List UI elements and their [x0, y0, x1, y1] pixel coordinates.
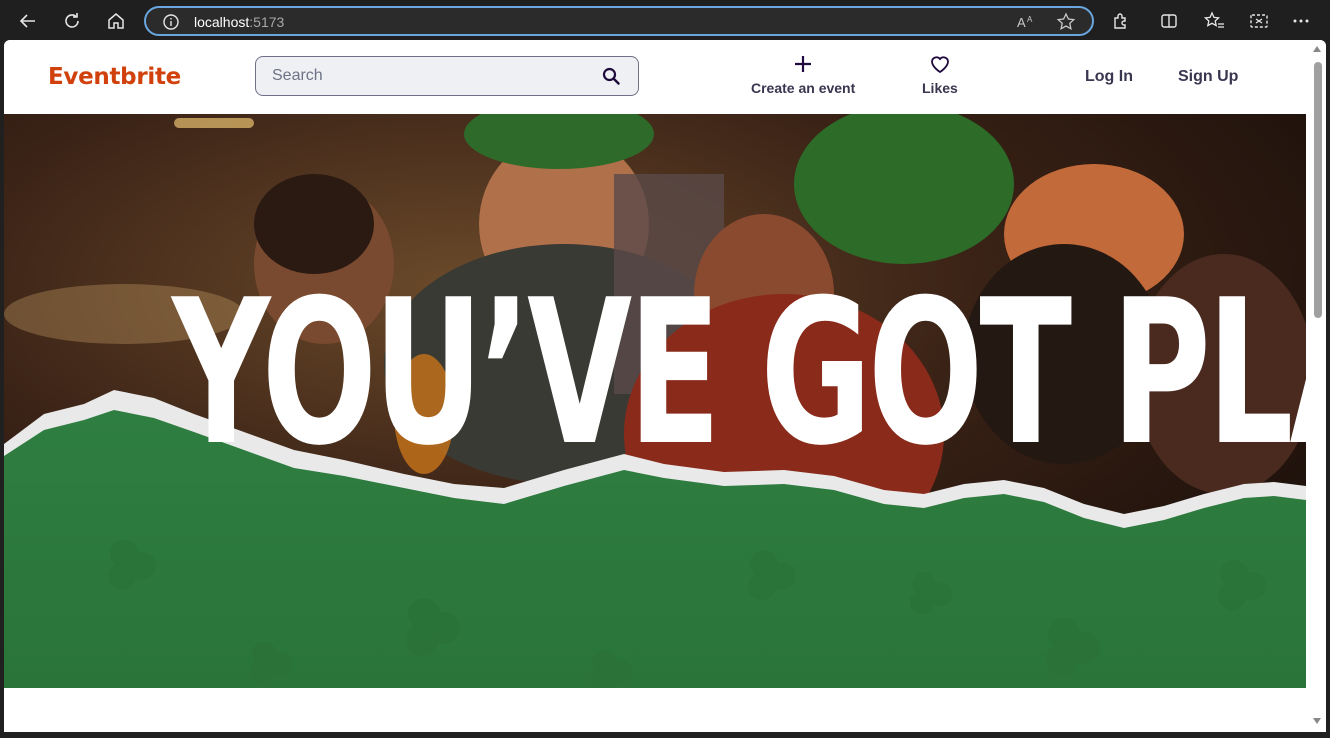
search-input[interactable] [272, 65, 592, 87]
favorites-button[interactable] [1199, 6, 1229, 36]
url-text[interactable]: localhost:5173 [194, 14, 284, 30]
signup-link[interactable]: Sign Up [1178, 68, 1238, 86]
more-dots-icon [1293, 19, 1309, 23]
scroll-up-arrow-icon[interactable] [1313, 46, 1321, 52]
address-bar[interactable]: localhost:5173 AA [144, 6, 1094, 36]
search-icon[interactable] [602, 67, 620, 90]
eventbrite-logo[interactable]: Eventbrite [48, 64, 181, 90]
split-screen-icon [1161, 14, 1177, 28]
home-button[interactable] [101, 6, 131, 36]
svg-text:A: A [1027, 15, 1033, 24]
url-port: :5173 [249, 14, 285, 30]
screenshot-button[interactable] [1244, 6, 1274, 36]
hero-headline: YOU’VE GOT PLANS [172, 257, 1306, 490]
back-arrow-icon [19, 14, 35, 28]
back-button[interactable] [13, 6, 43, 36]
likes-button[interactable]: Likes [922, 54, 958, 96]
settings-menu-button[interactable] [1286, 6, 1316, 36]
svg-text:A: A [1017, 15, 1026, 30]
heart-icon [931, 56, 949, 74]
site-header: Eventbrite Create an event Likes Log In … [4, 40, 1310, 114]
extensions-button[interactable] [1106, 6, 1136, 36]
favorite-star-icon[interactable] [1056, 12, 1076, 37]
url-host: localhost [194, 14, 250, 30]
scrollbar-thumb[interactable] [1314, 62, 1322, 318]
refresh-button[interactable] [57, 6, 87, 36]
plus-icon [795, 56, 812, 72]
scroll-down-arrow-icon[interactable] [1313, 718, 1321, 724]
split-screen-button[interactable] [1154, 6, 1184, 36]
browser-toolbar: localhost:5173 AA [0, 0, 1330, 40]
home-icon [108, 13, 124, 29]
likes-label: Likes [922, 80, 958, 96]
read-aloud-icon[interactable]: AA [1016, 13, 1036, 36]
screenshot-icon [1250, 14, 1268, 28]
search-bar[interactable] [255, 56, 639, 96]
site-info-icon[interactable] [162, 13, 180, 36]
favorites-list-icon [1203, 11, 1224, 28]
page-viewport: Eventbrite Create an event Likes Log In … [4, 40, 1326, 732]
page-scrollbar[interactable] [1310, 40, 1326, 732]
create-event-label: Create an event [751, 80, 856, 96]
create-event-button[interactable]: Create an event [751, 54, 855, 96]
hero-banner: YOU’VE GOT PLANS [4, 114, 1306, 688]
puzzle-icon [1114, 13, 1126, 29]
login-link[interactable]: Log In [1085, 68, 1133, 86]
refresh-icon [65, 13, 79, 28]
